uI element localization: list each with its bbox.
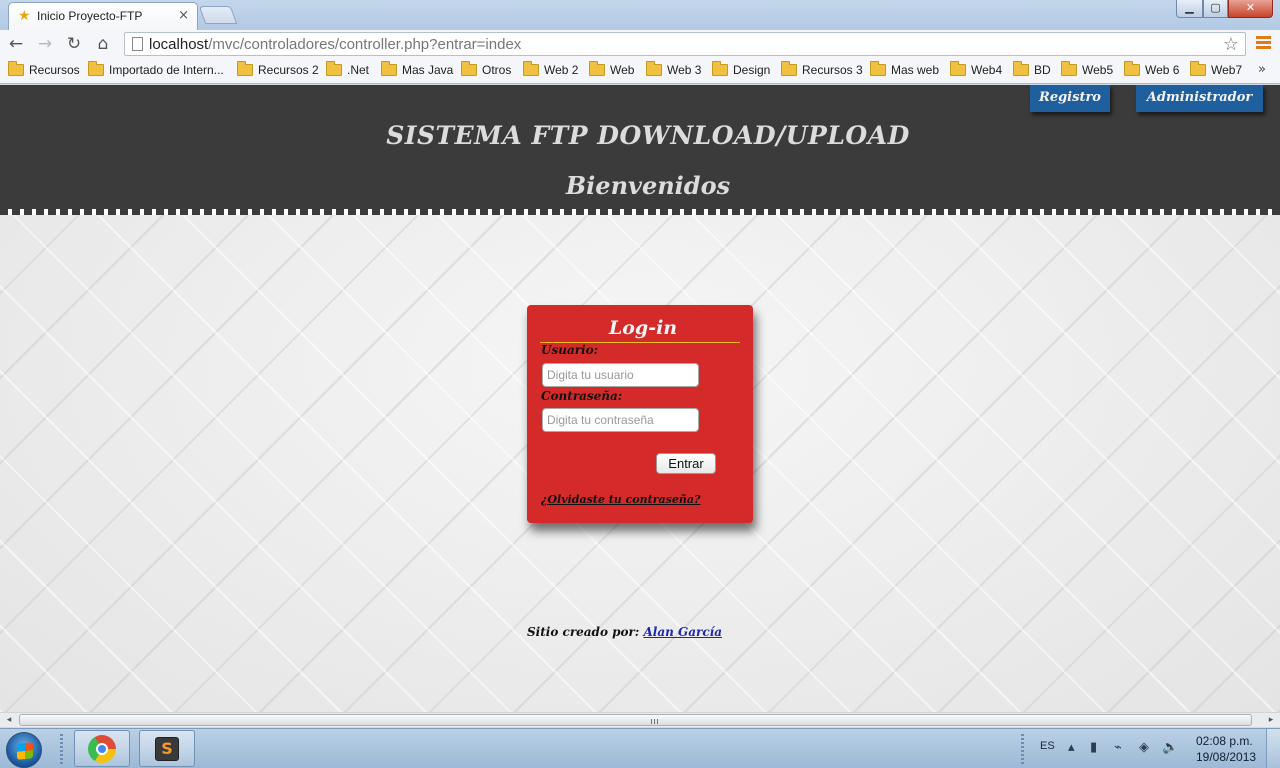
bookmark-folder[interactable]: Design: [712, 61, 770, 77]
power-icon[interactable]: ⌁: [1114, 741, 1122, 755]
login-title: Log-in: [608, 317, 678, 339]
clock-date[interactable]: 19/08/2013: [1196, 750, 1256, 764]
password-input[interactable]: [542, 408, 699, 432]
folder-icon: [781, 61, 797, 76]
language-indicator[interactable]: ES: [1040, 740, 1055, 752]
show-hidden-icons-icon[interactable]: ▴: [1068, 741, 1075, 755]
back-arrow-icon[interactable]: ←: [5, 33, 27, 55]
bookmarks-overflow-icon[interactable]: »: [1258, 62, 1266, 77]
window-maximize-button[interactable]: ▢: [1203, 0, 1228, 18]
new-tab-button[interactable]: [198, 6, 238, 24]
folder-icon: [1124, 61, 1140, 76]
bookmark-folder[interactable]: Web4: [950, 61, 1002, 77]
browser-tab-active[interactable]: ★ Inicio Proyecto-FTP ×: [8, 2, 198, 30]
entrar-button[interactable]: Entrar: [656, 453, 716, 474]
folder-icon: [589, 61, 605, 76]
clock-time[interactable]: 02:08 p.m.: [1196, 734, 1253, 748]
volume-icon[interactable]: 🔈: [1162, 741, 1178, 755]
scrollbar-grip-icon: [651, 719, 658, 724]
bookmark-folder[interactable]: Mas Java: [381, 61, 453, 77]
taskbar-divider: [1021, 734, 1024, 764]
author-link[interactable]: Alan García: [643, 625, 722, 639]
browser-titlebar: ★ Inicio Proyecto-FTP × ▁ ▢ ✕: [0, 0, 1280, 30]
bookmark-folder[interactable]: Otros: [461, 61, 511, 77]
login-form: Log-in Usuario: Contraseña: Entrar ¿Olvi…: [527, 305, 753, 523]
windows-taskbar: S ES ▴ ▮ ⌁ ◈ 🔈 02:08 p.m. 19/08/2013: [0, 728, 1280, 768]
folder-icon: [1190, 61, 1206, 76]
scroll-right-icon[interactable]: ▸: [1264, 714, 1278, 727]
username-input[interactable]: [542, 363, 699, 387]
folder-icon: [523, 61, 539, 76]
window-minimize-button[interactable]: ▁: [1176, 0, 1203, 18]
bookmark-folder[interactable]: BD: [1013, 61, 1051, 77]
taskbar-chrome[interactable]: [74, 730, 130, 767]
bookmark-folder[interactable]: Importado de Intern...: [88, 61, 224, 77]
sublime-text-icon: S: [155, 737, 179, 761]
folder-icon: [326, 61, 342, 76]
bookmark-folder[interactable]: Recursos 2: [237, 61, 319, 77]
windows-logo-icon: [17, 742, 33, 760]
horizontal-scrollbar[interactable]: ◂ ▸: [0, 712, 1280, 727]
network-icon[interactable]: ◈: [1139, 741, 1149, 755]
folder-icon: [646, 61, 662, 76]
folder-icon: [870, 61, 886, 76]
show-desktop-button[interactable]: [1266, 729, 1280, 768]
tab-title: Inicio Proyecto-FTP: [37, 9, 143, 23]
bookmark-folder[interactable]: Web 2: [523, 61, 578, 77]
folder-icon: [1013, 61, 1029, 76]
browser-toolbar: ← → ↻ ⌂ localhost/mvc/controladores/cont…: [0, 30, 1280, 58]
bookmark-folder[interactable]: Web 6: [1124, 61, 1179, 77]
folder-icon: [8, 61, 24, 76]
site-subtitle: Bienvenidos: [565, 171, 731, 200]
url-host: localhost: [149, 36, 209, 53]
scrollbar-thumb[interactable]: [19, 714, 1252, 726]
bookmark-folder[interactable]: Web5: [1061, 61, 1113, 77]
bookmark-folder[interactable]: Web: [589, 61, 634, 77]
start-button[interactable]: [6, 732, 42, 768]
url-text[interactable]: localhost/mvc/controladores/controller.p…: [149, 36, 521, 53]
forward-arrow-icon[interactable]: →: [34, 33, 56, 55]
bookmark-folder[interactable]: Recursos 3: [781, 61, 863, 77]
bookmark-folder[interactable]: Web7: [1190, 61, 1242, 77]
folder-icon: [1061, 61, 1077, 76]
folder-icon: [461, 61, 477, 76]
bookmark-star-icon[interactable]: ☆: [1223, 34, 1239, 55]
folder-icon: [950, 61, 966, 76]
bookmark-folder[interactable]: .Net: [326, 61, 369, 77]
tab-close-icon[interactable]: ×: [178, 8, 189, 23]
chrome-icon: [88, 735, 116, 763]
reload-icon[interactable]: ↻: [63, 33, 85, 55]
folder-icon: [237, 61, 253, 76]
username-label: Usuario:: [541, 343, 599, 357]
scroll-left-icon[interactable]: ◂: [2, 714, 16, 727]
folder-icon: [88, 61, 104, 76]
registro-button[interactable]: Registro: [1030, 85, 1110, 112]
site-credit: Sitio creado por: Alan García: [527, 625, 722, 639]
password-label: Contraseña:: [541, 389, 623, 403]
home-icon[interactable]: ⌂: [92, 33, 114, 55]
bookmarks-bar: Recursos Importado de Intern... Recursos…: [0, 58, 1280, 84]
folder-icon: [712, 61, 728, 76]
taskbar-sublime-text[interactable]: S: [139, 730, 195, 767]
administrador-button[interactable]: Administrador: [1136, 85, 1263, 112]
forgot-password-link[interactable]: ¿Olvidaste tu contraseña?: [541, 493, 700, 506]
page-icon: [132, 37, 143, 51]
bookmark-folder[interactable]: Web 3: [646, 61, 701, 77]
page-viewport: Registro Administrador SISTEMA FTP DOWNL…: [0, 85, 1280, 712]
site-header: Registro Administrador SISTEMA FTP DOWNL…: [0, 85, 1280, 215]
bookmark-folder[interactable]: Mas web: [870, 61, 939, 77]
credit-prefix: Sitio creado por:: [527, 625, 644, 639]
chrome-menu-icon[interactable]: [1256, 36, 1271, 51]
favicon-star-icon: ★: [18, 8, 31, 24]
folder-icon: [381, 61, 397, 76]
bookmark-folder[interactable]: Recursos: [8, 61, 80, 77]
url-path: /mvc/controladores/controller.php?entrar…: [208, 36, 522, 53]
address-bar[interactable]: localhost/mvc/controladores/controller.p…: [124, 32, 1246, 56]
taskbar-divider: [60, 734, 63, 764]
site-title: SISTEMA FTP DOWNLOAD/UPLOAD: [386, 121, 910, 150]
signal-icon[interactable]: ▮: [1090, 741, 1097, 755]
window-close-button[interactable]: ✕: [1228, 0, 1273, 18]
